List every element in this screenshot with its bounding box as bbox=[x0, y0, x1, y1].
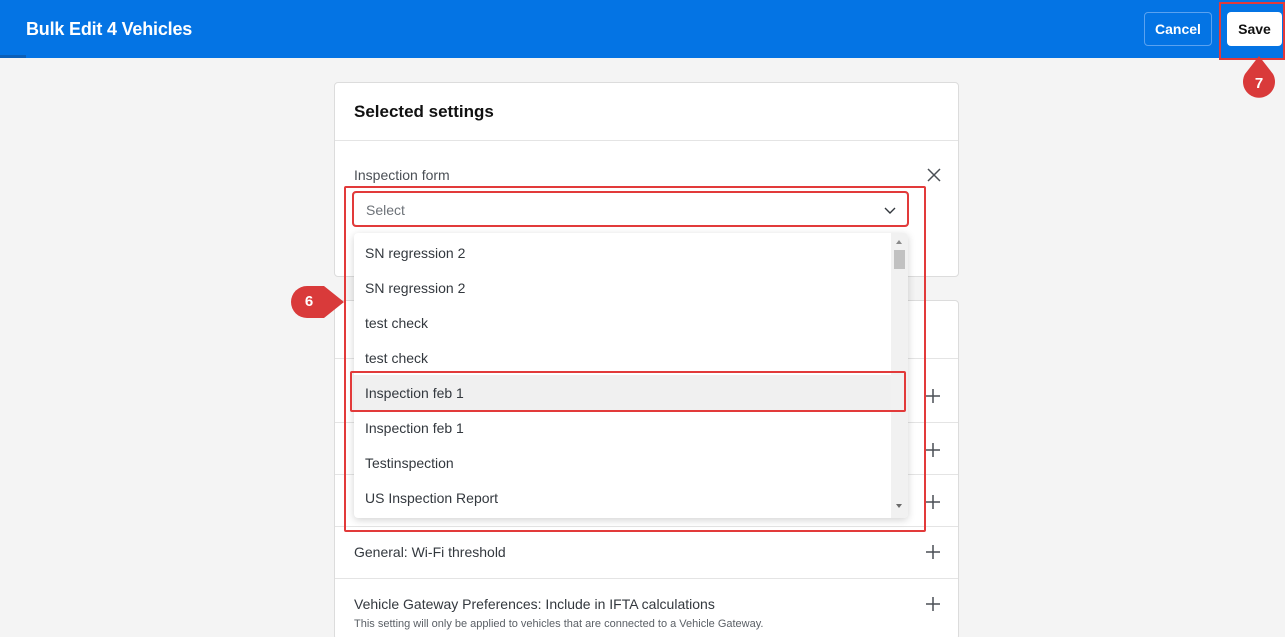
plus-icon[interactable] bbox=[925, 494, 941, 510]
select-highlight-box bbox=[352, 191, 909, 227]
plus-icon[interactable] bbox=[925, 544, 941, 560]
option-highlight-box bbox=[350, 371, 906, 412]
top-bar-accent bbox=[0, 55, 26, 58]
top-bar: Bulk Edit 4 Vehicles Cancel Save bbox=[0, 0, 1285, 58]
settings-row-ifta[interactable]: Vehicle Gateway Preferences: Include in … bbox=[335, 578, 958, 637]
plus-icon[interactable] bbox=[925, 388, 941, 404]
inspection-form-label: Inspection form bbox=[354, 167, 450, 183]
save-button-highlight bbox=[1219, 2, 1285, 60]
settings-row-label: Vehicle Gateway Preferences: Include in … bbox=[354, 596, 715, 612]
plus-icon[interactable] bbox=[925, 596, 941, 612]
settings-row-wifi-threshold[interactable]: General: Wi-Fi threshold bbox=[335, 526, 958, 578]
page-title: Bulk Edit 4 Vehicles bbox=[26, 19, 193, 39]
step-7-label: 7 bbox=[1254, 75, 1264, 92]
settings-row-description: This setting will only be applied to veh… bbox=[354, 618, 764, 630]
plus-icon[interactable] bbox=[925, 442, 941, 458]
selected-settings-heading: Selected settings bbox=[335, 83, 958, 141]
dropdown-highlight-box bbox=[344, 186, 926, 532]
settings-row-label: General: Wi-Fi threshold bbox=[354, 544, 506, 560]
close-icon[interactable] bbox=[926, 167, 942, 183]
step-6-label: 6 bbox=[304, 293, 314, 310]
cancel-button[interactable]: Cancel bbox=[1144, 12, 1212, 46]
